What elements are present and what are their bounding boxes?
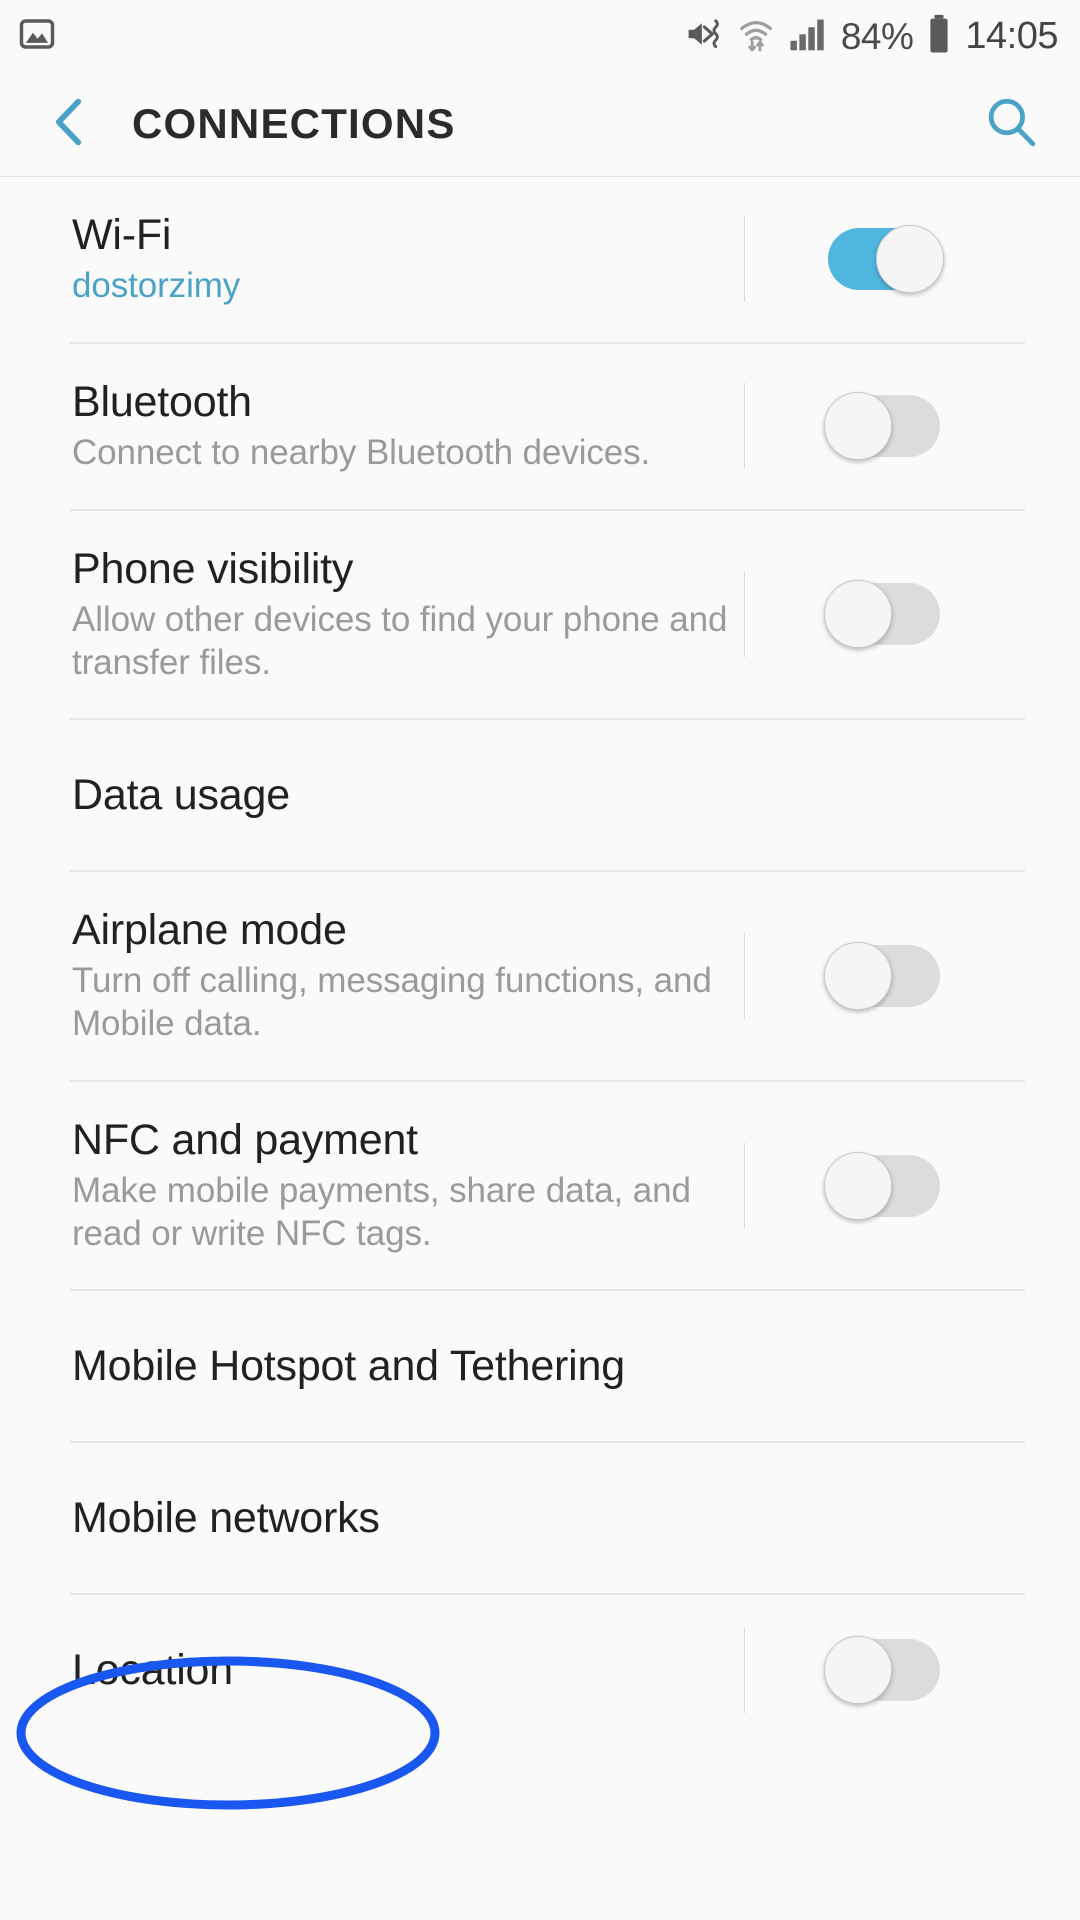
list-item-data-usage[interactable]: Data usage: [0, 720, 1080, 871]
airplane-mode-toggle[interactable]: [824, 941, 940, 1010]
status-bar: 84% 14:05: [0, 0, 1080, 72]
image-notification-icon: [18, 15, 56, 58]
status-bar-right: 84% 14:05: [684, 14, 1058, 59]
list-item-mobile-networks[interactable]: Mobile networks: [0, 1443, 1080, 1594]
list-item-subtitle: dostorzimy: [72, 266, 241, 306]
page-title: CONNECTIONS: [132, 100, 456, 147]
list-item-title: Airplane mode: [72, 906, 347, 955]
nfc-toggle[interactable]: [824, 1151, 940, 1220]
list-item-title: Data usage: [72, 771, 290, 820]
list-item-title: Phone visibility: [72, 544, 354, 593]
list-item-control: [744, 344, 1080, 509]
control-separator: [744, 383, 745, 470]
toggle-knob: [824, 941, 892, 1010]
control-separator: [744, 1142, 745, 1229]
list-item-text: Phone visibility Allow other devices to …: [72, 511, 744, 719]
control-separator: [744, 1627, 745, 1714]
list-item-text: Data usage: [72, 737, 744, 853]
list-item-subtitle: Make mobile payments, share data, and re…: [72, 1170, 691, 1253]
list-item-text: Wi-Fi dostorzimy: [72, 177, 744, 342]
settings-list: Wi-Fi dostorzimy Bluetooth Connect to ne…: [0, 177, 1080, 1746]
toggle-knob: [824, 392, 892, 461]
battery-percent-label: 84%: [840, 15, 914, 57]
list-item-control: [744, 1291, 1080, 1441]
list-item-subtitle: Turn off calling, messaging functions, a…: [72, 961, 712, 1044]
list-item-text: NFC and payment Make mobile payments, sh…: [72, 1082, 744, 1290]
list-item-control: [744, 872, 1080, 1080]
list-item-title: Mobile networks: [72, 1494, 380, 1543]
list-item-control: [744, 1595, 1080, 1745]
back-button[interactable]: [38, 93, 100, 155]
list-item-mobile-hotspot-and-tethering[interactable]: Mobile Hotspot and Tethering: [0, 1291, 1080, 1442]
cellular-signal-icon: [788, 15, 828, 58]
list-item-subtitle: Allow other devices to find your phone a…: [72, 599, 728, 682]
battery-icon: [926, 14, 952, 59]
location-toggle[interactable]: [824, 1636, 940, 1705]
list-item-subtitle: Connect to nearby Bluetooth devices.: [72, 433, 651, 472]
list-item-control: [744, 1443, 1080, 1593]
list-item-text: Mobile networks: [72, 1460, 744, 1576]
list-item-title: Location: [72, 1646, 233, 1695]
list-item-control: [744, 177, 1080, 342]
search-button[interactable]: [976, 89, 1046, 159]
search-icon: [982, 93, 1040, 156]
list-item-bluetooth[interactable]: Bluetooth Connect to nearby Bluetooth de…: [0, 343, 1080, 509]
control-separator: [744, 216, 745, 303]
list-item-control: [744, 1082, 1080, 1290]
mute-vibrate-icon: [684, 14, 724, 59]
toggle-knob: [824, 580, 892, 649]
list-item-title: Mobile Hotspot and Tethering: [72, 1342, 625, 1391]
list-item-text: Bluetooth Connect to nearby Bluetooth de…: [72, 344, 744, 509]
list-item-title: Bluetooth: [72, 377, 252, 426]
phone-visibility-toggle[interactable]: [824, 580, 940, 649]
list-item-text: Mobile Hotspot and Tethering: [72, 1308, 744, 1424]
list-item-text: Airplane mode Turn off calling, messagin…: [72, 872, 744, 1080]
phone-screen: 84% 14:05 CONNECTIONS Wi-Fi dostorzimy B…: [0, 0, 1080, 1920]
list-item-phone-visibility[interactable]: Phone visibility Allow other devices to …: [0, 510, 1080, 719]
toggle-knob: [876, 225, 944, 294]
list-item-airplane-mode[interactable]: Airplane mode Turn off calling, messagin…: [0, 872, 1080, 1080]
list-item-title: NFC and payment: [72, 1115, 418, 1164]
control-separator: [744, 571, 745, 658]
control-separator: [744, 932, 745, 1019]
app-bar: CONNECTIONS: [0, 72, 1080, 176]
list-item-title: Wi-Fi: [72, 211, 172, 259]
list-item-wifi[interactable]: Wi-Fi dostorzimy: [0, 177, 1080, 342]
wifi-toggle[interactable]: [828, 225, 944, 294]
toggle-knob: [824, 1636, 892, 1705]
list-item-nfc-and-payment[interactable]: NFC and payment Make mobile payments, sh…: [0, 1081, 1080, 1290]
list-item-location[interactable]: Location: [0, 1595, 1080, 1746]
list-item-control: [744, 511, 1080, 719]
list-item-control: [744, 720, 1080, 870]
bluetooth-toggle[interactable]: [824, 392, 940, 461]
status-bar-left: [18, 15, 56, 58]
wifi-transfer-icon: [737, 15, 775, 58]
status-bar-clock: 14:05: [965, 15, 1058, 57]
back-chevron-icon: [46, 96, 92, 153]
toggle-knob: [824, 1151, 892, 1220]
list-item-text: Location: [72, 1612, 744, 1728]
